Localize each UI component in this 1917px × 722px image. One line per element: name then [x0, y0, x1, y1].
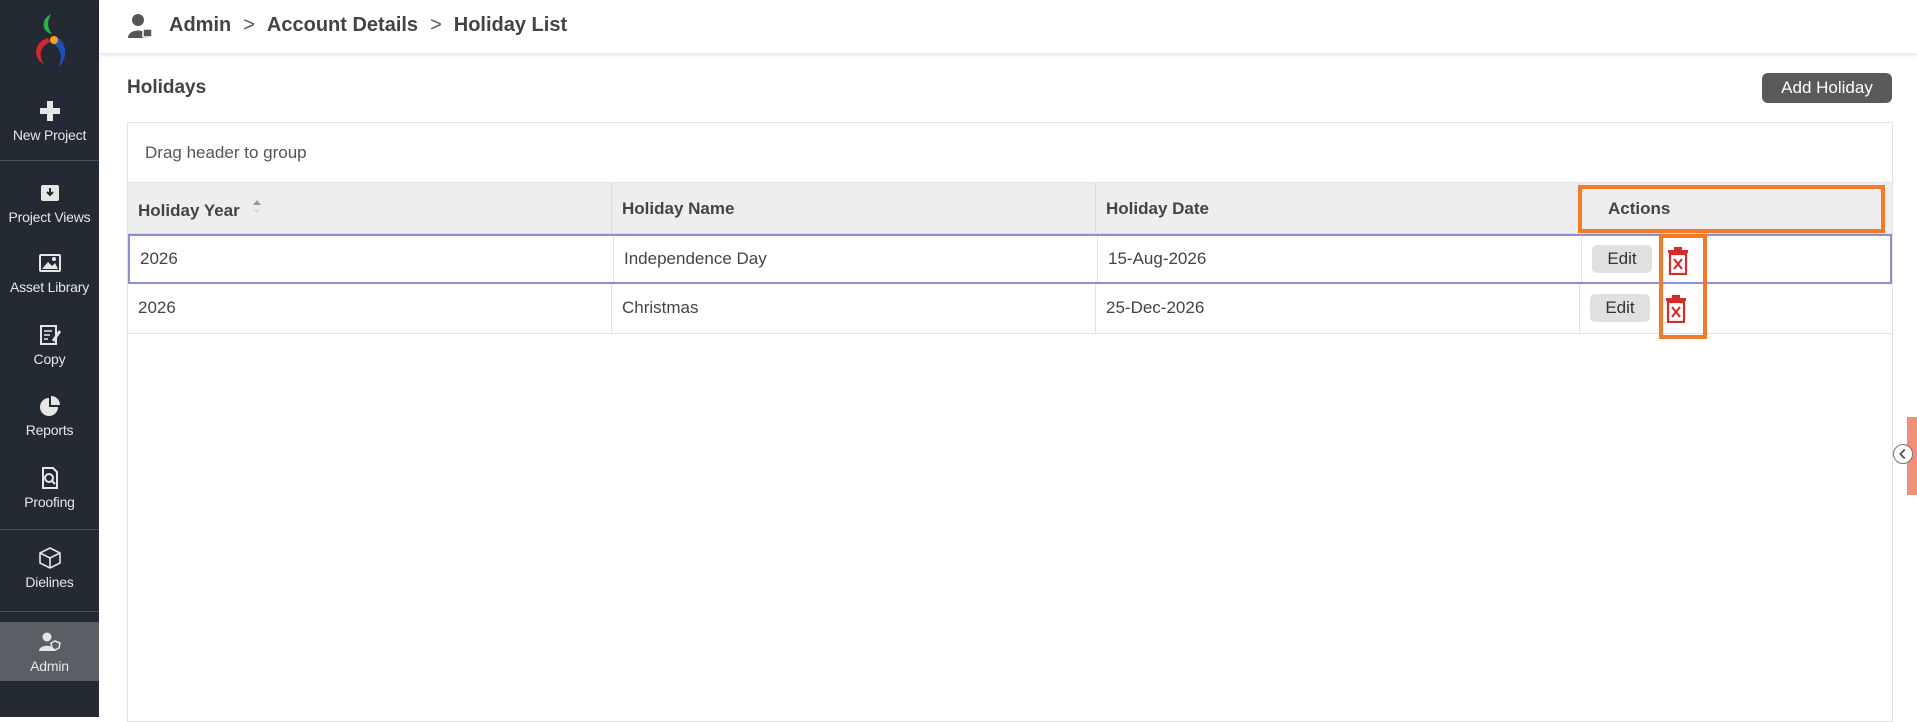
- app-logo[interactable]: [24, 12, 76, 76]
- sidebar-item-label: New Project: [12, 127, 87, 143]
- sidebar-item-label: Asset Library: [9, 279, 90, 295]
- sidebar-item-asset-library[interactable]: Asset Library: [0, 252, 99, 295]
- column-header-label: Holiday Year: [138, 201, 240, 220]
- cell-holiday-name: Christmas: [612, 284, 1096, 333]
- cell-holiday-year: 2026: [128, 284, 612, 333]
- top-bar: Admin > Account Details > Holiday List: [99, 0, 1917, 53]
- sidebar-item-label: Proofing: [24, 494, 75, 510]
- column-header-actions: Actions: [1580, 183, 1892, 234]
- breadcrumb-separator: >: [430, 14, 442, 36]
- admin-user-icon: [38, 632, 61, 651]
- cell-holiday-date: 15-Aug-2026: [1098, 236, 1582, 282]
- box-icon: [38, 547, 61, 569]
- search-document-icon: [41, 467, 58, 489]
- grid-header: Holiday Year Holiday Name Holiday Date A…: [128, 183, 1892, 234]
- sidebar-item-reports[interactable]: Reports: [0, 395, 99, 438]
- sidebar-divider: [0, 529, 99, 530]
- image-icon: [38, 254, 61, 272]
- column-header-label: Actions: [1608, 199, 1671, 218]
- admin-user-icon: [128, 14, 153, 38]
- delete-icon[interactable]: [1664, 295, 1688, 323]
- cell-actions: Edit: [1582, 236, 1890, 282]
- pie-chart-icon: [39, 396, 60, 416]
- add-holiday-button[interactable]: Add Holiday: [1762, 73, 1892, 103]
- sidebar-item-proofing[interactable]: Proofing: [0, 467, 99, 510]
- sidebar-item-admin[interactable]: Admin: [0, 622, 99, 681]
- sort-icon[interactable]: [252, 199, 262, 215]
- sidebar-item-label: Admin: [30, 658, 69, 674]
- sidebar-item-label: Dielines: [25, 574, 74, 590]
- sidebar-divider: [0, 611, 99, 612]
- edit-document-icon: [39, 325, 61, 345]
- inbox-icon: [40, 185, 59, 201]
- edit-button[interactable]: Edit: [1592, 245, 1652, 273]
- sidebar-item-copy[interactable]: Copy: [0, 324, 99, 367]
- column-header-holiday-year[interactable]: Holiday Year: [128, 183, 612, 234]
- sidebar-item-project-views[interactable]: Project Views: [0, 182, 99, 225]
- holiday-grid: Drag header to group Holiday Year Holida…: [127, 122, 1893, 722]
- sidebar-item-label: Project Views: [8, 209, 91, 225]
- cell-actions: Edit: [1580, 284, 1892, 333]
- column-header-label: Holiday Name: [622, 199, 735, 218]
- page-title: Holidays: [127, 77, 207, 98]
- sidebar-item-label: Reports: [25, 422, 74, 438]
- edit-button[interactable]: Edit: [1590, 294, 1650, 322]
- cell-holiday-year: 2026: [130, 236, 614, 282]
- cell-holiday-date: 25-Dec-2026: [1096, 284, 1580, 333]
- sidebar: New Project Project Views Asset Library …: [0, 0, 99, 717]
- cell-holiday-name: Independence Day: [614, 236, 1098, 282]
- breadcrumb-separator: >: [243, 14, 255, 36]
- sidebar-item-new-project[interactable]: New Project: [0, 100, 99, 143]
- sidebar-item-dielines[interactable]: Dielines: [0, 547, 99, 590]
- chevron-left-icon[interactable]: [1893, 444, 1913, 464]
- sidebar-item-label: Copy: [33, 351, 66, 367]
- breadcrumb: Admin > Account Details > Holiday List: [169, 14, 567, 37]
- breadcrumb-admin[interactable]: Admin: [169, 14, 231, 36]
- plus-icon: [39, 101, 60, 121]
- breadcrumb-holiday-list: Holiday List: [453, 14, 568, 36]
- sidebar-divider: [0, 160, 99, 161]
- column-header-label: Holiday Date: [1106, 199, 1209, 218]
- group-by-panel[interactable]: Drag header to group: [128, 123, 1892, 183]
- table-row[interactable]: 2026 Christmas 25-Dec-2026 Edit: [128, 284, 1892, 334]
- table-row[interactable]: 2026 Independence Day 15-Aug-2026 Edit: [128, 234, 1892, 284]
- column-header-holiday-date[interactable]: Holiday Date: [1096, 183, 1580, 234]
- breadcrumb-account-details[interactable]: Account Details: [267, 14, 418, 36]
- column-header-holiday-name[interactable]: Holiday Name: [612, 183, 1096, 234]
- delete-icon[interactable]: [1666, 247, 1690, 275]
